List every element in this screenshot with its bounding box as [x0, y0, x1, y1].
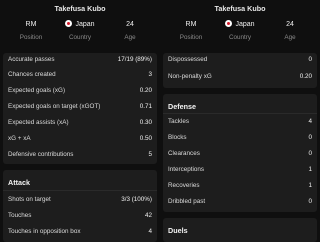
stat-row: Tackles 4 — [168, 115, 312, 129]
stat-value: 42 — [144, 212, 152, 219]
stat-label: Shots on target — [8, 196, 51, 203]
stat-row: Dribbled past 0 — [168, 195, 312, 209]
stat-row: Expected assists (xA) 0.30 — [8, 116, 152, 130]
stat-label: Chances created — [8, 71, 56, 78]
stat-label: Expected assists (xA) — [8, 119, 69, 126]
stat-row: Clearances 0 — [168, 147, 312, 161]
country-value: Japan — [235, 21, 255, 28]
stat-row: Defensive contributions 5 — [8, 148, 152, 162]
stat-row: Expected goals (xG) 0.20 — [8, 84, 152, 98]
left-player-card: Takefusa Kubo RM Position Japan Country … — [3, 0, 157, 242]
stat-label: Blocks — [168, 134, 187, 141]
country-value-wrap: Japan — [215, 20, 265, 30]
stat-label: Touches in opposition box — [8, 228, 81, 235]
player-info-row: RM Position Japan Country 24 Age — [163, 20, 317, 48]
age-label: Age — [284, 34, 296, 41]
stat-value: 0 — [308, 198, 312, 205]
stat-row: Recoveries 1 — [168, 179, 312, 193]
country-label: Country — [228, 34, 252, 41]
stat-row: Blocks 0 — [168, 131, 312, 145]
stat-row: Non-penalty xG 0.20 — [168, 70, 312, 84]
age-stat: 24 Age — [105, 20, 155, 41]
stat-row: xG + xA 0.50 — [8, 132, 152, 146]
stat-label: Defensive contributions — [8, 151, 74, 158]
stat-label: Clearances — [168, 150, 200, 157]
duels-panel: Duels — [163, 218, 317, 242]
defense-section-title: Defense — [168, 102, 196, 111]
japan-flag-icon — [225, 20, 233, 27]
stat-label: Accurate passes — [8, 56, 55, 63]
stat-value: 4 — [148, 228, 152, 235]
stat-value: 0 — [308, 150, 312, 157]
stat-value: 17/19 (89%) — [117, 56, 152, 63]
stat-row: Dispossessed 0 — [168, 53, 312, 67]
stat-value: 4 — [308, 118, 312, 125]
position-label: Position — [19, 34, 43, 41]
position-label: Position — [179, 34, 203, 41]
stat-label: Touches — [8, 212, 32, 219]
stat-label: Recoveries — [168, 182, 200, 189]
stat-row: Touches in opposition box 4 — [8, 225, 152, 239]
stat-label: Interceptions — [168, 166, 205, 173]
stat-value: 0.30 — [139, 119, 152, 126]
stat-label: Expected goals on target (xGOT) — [8, 103, 101, 110]
country-value: Japan — [75, 21, 95, 28]
stat-label: Tackles — [168, 118, 189, 125]
country-value-wrap: Japan — [55, 20, 105, 30]
stat-value: 3 — [148, 71, 152, 78]
attack-section-title: Attack — [8, 178, 30, 187]
stat-value: 0 — [308, 56, 312, 63]
stat-value: 1 — [308, 182, 312, 189]
stat-label: Non-penalty xG — [168, 73, 212, 80]
age-value: 24 — [126, 21, 134, 28]
country-stat: Japan Country — [215, 20, 265, 41]
stat-value: 1 — [308, 166, 312, 173]
stat-label: Expected goals (xG) — [8, 87, 66, 94]
attack-panel: Attack Shots on target 3/3 (100%) Touches… — [3, 170, 157, 242]
stat-row: Touches 42 — [8, 209, 152, 223]
defense-panel: Defense Tackles 4 Blocks 0 Clearances 0 Int… — [163, 94, 317, 212]
age-label: Age — [124, 34, 136, 41]
stat-row: Expected goals on target (xGOT) 0.71 — [8, 100, 152, 114]
misc-stats-panel: Dispossessed 0 Non-penalty xG 0.20 — [163, 53, 317, 88]
country-stat: Japan Country — [55, 20, 105, 41]
player-info-row: RM Position Japan Country 24 Age — [3, 20, 157, 48]
stat-label: Dispossessed — [168, 56, 208, 63]
player-name: Takefusa Kubo — [54, 4, 106, 13]
stat-value: 5 — [148, 151, 152, 158]
japan-flag-icon — [65, 20, 73, 27]
stat-row: Accurate passes 17/19 (89%) — [8, 53, 152, 67]
stat-value: 3/3 (100%) — [121, 196, 152, 203]
duels-section-title: Duels — [168, 226, 188, 235]
position-value: RM — [25, 21, 37, 28]
stat-row: Interceptions 1 — [168, 163, 312, 177]
right-player-card: Takefusa Kubo RM Position Japan Country … — [163, 0, 317, 242]
position-stat: RM Position — [166, 20, 216, 41]
position-value: RM — [185, 21, 197, 28]
stat-row: Shots on target 3/3 (100%) — [8, 193, 152, 207]
stat-value: 0.20 — [139, 87, 152, 94]
country-label: Country — [68, 34, 92, 41]
stat-value: 0 — [308, 134, 312, 141]
stat-label: Dribbled past — [168, 198, 206, 205]
stat-label: xG + xA — [8, 135, 31, 142]
position-stat: RM Position — [6, 20, 56, 41]
divider — [3, 190, 157, 191]
summary-stats-panel: Accurate passes 17/19 (89%) Chances creat… — [3, 53, 157, 164]
stat-value: 0.50 — [139, 135, 152, 142]
stat-value: 0.71 — [139, 103, 152, 110]
stat-row: Chances created 3 — [8, 68, 152, 82]
stat-value: 0.20 — [299, 73, 312, 80]
player-name: Takefusa Kubo — [214, 4, 266, 13]
age-stat: 24 Age — [265, 20, 315, 41]
age-value: 24 — [286, 21, 294, 28]
divider — [163, 113, 317, 114]
